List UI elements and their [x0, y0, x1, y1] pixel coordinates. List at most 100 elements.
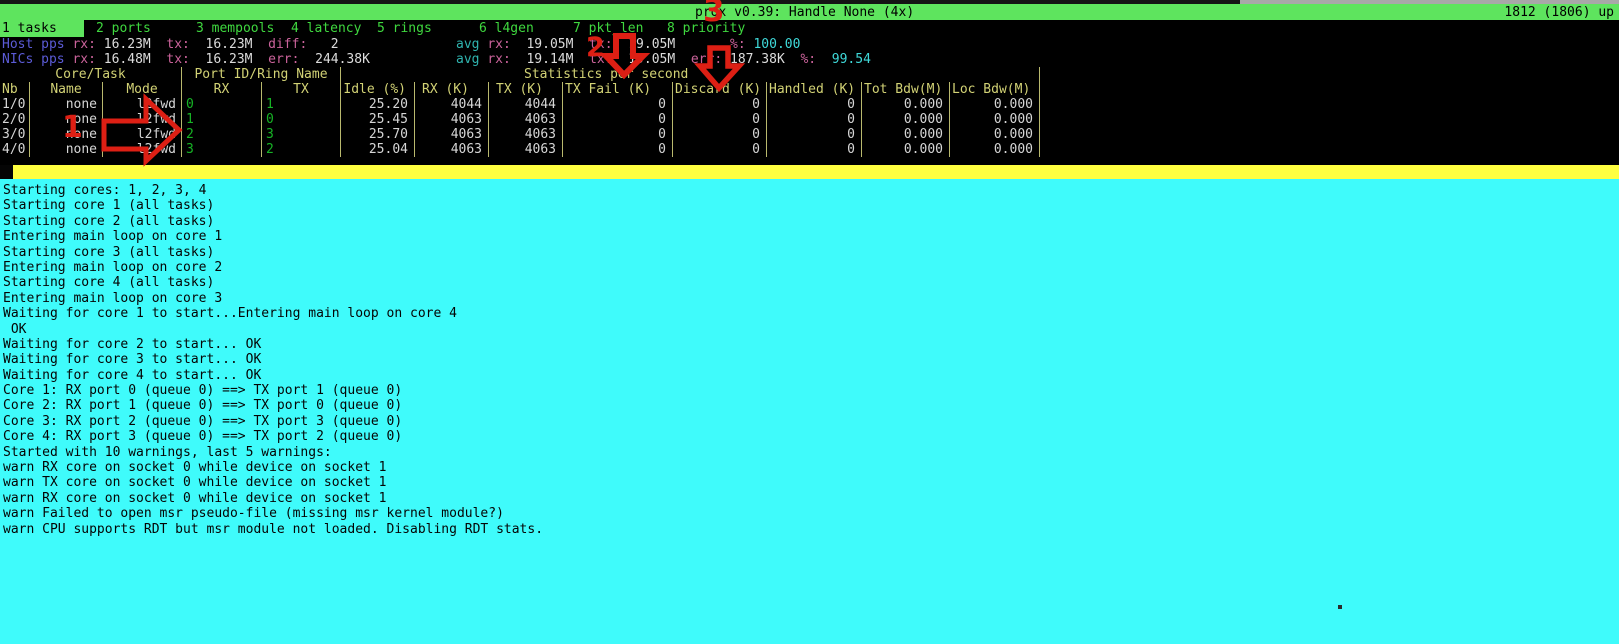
- table-cell: 2/0: [0, 112, 30, 127]
- table-cell: TX: [262, 82, 341, 97]
- stat-segment: [675, 52, 691, 67]
- stat-segment: rx:: [487, 52, 518, 67]
- table-cell: 2: [262, 142, 341, 157]
- console-line: Waiting for core 2 to start... OK: [0, 337, 1619, 352]
- table-cell: none: [30, 112, 103, 127]
- stat-segment: 19.05M: [519, 37, 574, 52]
- stat-segment: 19.05M: [620, 52, 675, 67]
- stat-segment: [151, 37, 167, 52]
- table-row: 4/0nonel2fwd3225.04406340630000.0000.000: [0, 142, 1040, 157]
- table-cell: 4063: [489, 142, 563, 157]
- stat-segment: 16.23M: [104, 37, 151, 52]
- stat-segment: tx:: [166, 52, 197, 67]
- table-cell: 4/0: [0, 142, 30, 157]
- table-cell: 0.000: [950, 142, 1040, 157]
- table-cell: 1: [262, 97, 341, 112]
- console-line: Core 2: RX port 1 (queue 0) ==> TX port …: [0, 398, 1619, 413]
- table-cell: l2fwd: [103, 112, 182, 127]
- table-cell: 0: [563, 112, 673, 127]
- stray-pixel-dot: [1338, 605, 1342, 609]
- tab-rings[interactable]: 5 rings: [375, 20, 432, 37]
- nics-pps-stats-line: NICs pps rx: 16.48M tx: 16.23M err: 244.…: [2, 52, 1002, 67]
- table-header-row: NbNameModeRXTXIdle (%)RX (K)TX (K)TX Fai…: [0, 82, 1040, 97]
- stat-segment: err:: [691, 52, 730, 67]
- console-line: Core 4: RX port 3 (queue 0) ==> TX port …: [0, 429, 1619, 444]
- table-cell: 2: [182, 127, 262, 142]
- tab-ports[interactable]: 2 ports: [94, 20, 151, 37]
- stat-segment: 2: [315, 37, 338, 52]
- separator-bar: [0, 165, 1619, 179]
- table-cell: 3/0: [0, 127, 30, 142]
- stat-segment: [253, 52, 269, 67]
- stat-segment: 16.23M: [198, 52, 253, 67]
- table-cell: 0.000: [862, 127, 950, 142]
- table-cell: 0: [673, 112, 767, 127]
- table-row: 3/0nonel2fwd2325.70406340630000.0000.000: [0, 127, 1040, 142]
- table-cell: 0: [563, 97, 673, 112]
- table-cell: RX: [182, 82, 262, 97]
- tab-mempools[interactable]: 3 mempools: [194, 20, 274, 37]
- table-cell: Core/Task: [0, 67, 182, 82]
- cursor-block: [0, 165, 13, 179]
- app-title: prox v0.39: Handle None (4x): [695, 5, 914, 20]
- table-cell: 25.70: [341, 127, 415, 142]
- table-cell: 4063: [489, 127, 563, 142]
- console-line: Waiting for core 3 to start... OK: [0, 352, 1619, 367]
- table-cell: Name: [30, 82, 103, 97]
- table-cell: 0: [563, 142, 673, 157]
- console-line: warn TX core on socket 0 while device on…: [0, 475, 1619, 490]
- table-cell: 3: [262, 127, 341, 142]
- table-cell: RX (K): [415, 82, 489, 97]
- console-line: Core 3: RX port 2 (queue 0) ==> TX port …: [0, 414, 1619, 429]
- stat-segment: [370, 52, 456, 67]
- console-line: Entering main loop on core 1: [0, 229, 1619, 244]
- console-line: warn CPU supports RDT but msr module not…: [0, 522, 1619, 537]
- table-cell: 0: [767, 97, 862, 112]
- stat-segment: NICs pps: [2, 52, 72, 67]
- table-cell: 4063: [489, 112, 563, 127]
- stat-segment: [253, 37, 269, 52]
- stat-segment: rx:: [487, 37, 518, 52]
- stat-segment: tx:: [589, 52, 620, 67]
- console-line: warn RX core on socket 0 while device on…: [0, 491, 1619, 506]
- stat-segment: 19.05M: [620, 37, 675, 52]
- table-cell: 0: [673, 97, 767, 112]
- stat-segment: tx:: [166, 37, 197, 52]
- stat-segment: diff:: [268, 37, 315, 52]
- stat-segment: avg: [456, 37, 487, 52]
- table-cell: 0: [673, 127, 767, 142]
- console-line: Starting cores: 1, 2, 3, 4: [0, 183, 1619, 198]
- table-cell: 0.000: [950, 97, 1040, 112]
- table-cell: none: [30, 97, 103, 112]
- table-cell: 3: [182, 142, 262, 157]
- stat-segment: [573, 52, 589, 67]
- stat-segment: %:: [800, 52, 823, 67]
- table-cell: Nb: [0, 82, 30, 97]
- table-cell: 25.04: [341, 142, 415, 157]
- console-log[interactable]: Starting cores: 1, 2, 3, 4Starting core …: [0, 179, 1619, 644]
- stat-segment: 99.54: [824, 52, 871, 67]
- tab-priority[interactable]: 8 priority: [665, 20, 745, 37]
- stat-segment: 187.38K: [730, 52, 785, 67]
- tab-l4gen[interactable]: 6 l4gen: [477, 20, 534, 37]
- table-cell: none: [30, 142, 103, 157]
- table-cell: 4044: [415, 97, 489, 112]
- console-line: Core 1: RX port 0 (queue 0) ==> TX port …: [0, 383, 1619, 398]
- stat-segment: tx:: [589, 37, 620, 52]
- table-cell: 25.20: [341, 97, 415, 112]
- table-cell: 0.000: [862, 142, 950, 157]
- stat-segment: 244.38K: [307, 52, 370, 67]
- stat-segment: 16.48M: [104, 52, 151, 67]
- table-cell: 4063: [415, 112, 489, 127]
- tab-tasks[interactable]: 1 tasks: [0, 20, 84, 37]
- table-cell: Tot Bdw(M): [862, 82, 950, 97]
- table-cell: 0.000: [862, 97, 950, 112]
- table-cell: Loc Bdw(M): [950, 82, 1040, 97]
- tab-latency[interactable]: 4 latency: [289, 20, 361, 37]
- stat-segment: 16.23M: [198, 37, 253, 52]
- console-line: Entering main loop on core 3: [0, 291, 1619, 306]
- stat-segment: rx:: [72, 52, 103, 67]
- tab-pkt-len[interactable]: 7 pkt_len: [571, 20, 643, 37]
- console-line: Entering main loop on core 2: [0, 260, 1619, 275]
- stat-segment: avg: [456, 52, 487, 67]
